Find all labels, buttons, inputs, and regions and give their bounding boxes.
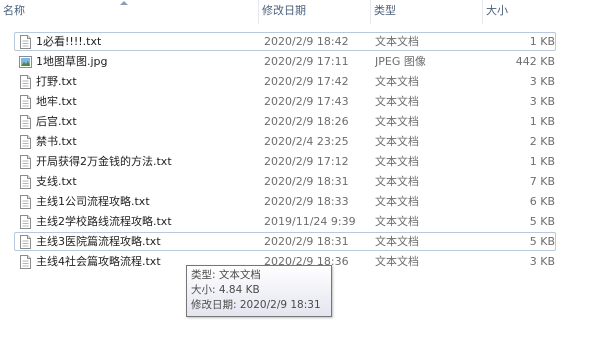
tooltip-date: 修改日期: 2020/2/9 18:31 (191, 299, 321, 311)
file-size: 1 KB (529, 155, 555, 168)
file-row[interactable]: 禁书.txt 2020/2/4 23:25 文本文档 2 KB (14, 132, 556, 151)
file-name: 地牢.txt (36, 95, 77, 108)
file-date: 2020/2/9 18:42 (264, 35, 349, 48)
file-row[interactable]: 主线3医院篇流程攻略.txt 2020/2/9 18:31 文本文档 5 KB (14, 232, 556, 251)
file-type: 文本文档 (375, 135, 419, 148)
file-size: 7 KB (529, 175, 555, 188)
text-file-icon (19, 35, 32, 49)
file-type: 文本文档 (375, 75, 419, 88)
file-type: 文本文档 (375, 215, 419, 228)
file-row[interactable]: 后宫.txt 2020/2/9 18:26 文本文档 1 KB (14, 112, 556, 131)
file-type: 文本文档 (375, 115, 419, 128)
file-type: 文本文档 (375, 255, 419, 268)
file-date: 2020/2/9 17:11 (264, 55, 349, 68)
file-row[interactable]: 支线.txt 2020/2/9 18:31 文本文档 7 KB (14, 172, 556, 191)
file-type: 文本文档 (375, 95, 419, 108)
column-header-bar: 名称 修改日期 类型 大小 (0, 0, 590, 24)
file-name: 1地图草图.jpg (36, 55, 108, 68)
file-size: 3 KB (529, 75, 555, 88)
file-row[interactable]: 主线2学校路线流程攻略.txt 2019/11/24 9:39 文本文档 5 KB (14, 212, 556, 231)
file-row[interactable]: 1地图草图.jpg 2020/2/9 17:11 JPEG 图像 442 KB (14, 52, 556, 71)
column-header-name[interactable]: 名称 (0, 0, 258, 24)
file-size: 442 KB (515, 55, 555, 68)
text-file-icon (19, 135, 32, 149)
column-header-date[interactable]: 修改日期 (258, 0, 370, 24)
text-file-icon (19, 115, 32, 129)
file-type: 文本文档 (375, 195, 419, 208)
file-date: 2019/11/24 9:39 (264, 215, 356, 228)
file-size: 5 KB (529, 235, 555, 248)
text-file-icon (19, 95, 32, 109)
file-row[interactable]: 打野.txt 2020/2/9 17:42 文本文档 3 KB (14, 72, 556, 91)
sort-ascending-icon (120, 1, 128, 5)
file-date: 2020/2/9 17:43 (264, 95, 349, 108)
file-date: 2020/2/4 23:25 (264, 135, 349, 148)
file-date: 2020/2/9 18:31 (264, 235, 349, 248)
file-name: 主线3医院篇流程攻略.txt (36, 235, 161, 248)
file-date: 2020/2/9 17:12 (264, 155, 349, 168)
text-file-icon (19, 75, 32, 89)
file-date: 2020/2/9 18:31 (264, 175, 349, 188)
file-date: 2020/2/9 17:42 (264, 75, 349, 88)
file-type: 文本文档 (375, 235, 419, 248)
file-name: 主线1公司流程攻略.txt (36, 195, 150, 208)
file-name: 支线.txt (36, 175, 77, 188)
text-file-icon (19, 175, 32, 189)
file-row[interactable]: 1必看!!!!.txt 2020/2/9 18:42 文本文档 1 KB (14, 32, 556, 51)
text-file-icon (19, 195, 32, 209)
file-row[interactable]: 开局获得2万金钱的方法.txt 2020/2/9 17:12 文本文档 1 KB (14, 152, 556, 171)
file-explorer: 名称 修改日期 类型 大小 1必看!!!!.txt 2020/2/9 18:42 文… (0, 0, 590, 345)
file-type: 文本文档 (375, 35, 419, 48)
file-type: JPEG 图像 (375, 55, 426, 68)
file-name: 禁书.txt (36, 135, 77, 148)
file-type: 文本文档 (375, 175, 419, 188)
file-name: 打野.txt (36, 75, 77, 88)
column-header-size-label: 大小 (486, 4, 508, 17)
text-file-icon (19, 235, 32, 249)
file-size: 2 KB (529, 135, 555, 148)
tooltip-type: 类型: 文本文档 (191, 269, 261, 281)
column-header-size[interactable]: 大小 (482, 0, 590, 24)
file-size: 3 KB (529, 95, 555, 108)
file-size: 3 KB (529, 255, 555, 268)
file-name: 后宫.txt (36, 115, 77, 128)
file-name: 1必看!!!!.txt (36, 35, 102, 48)
image-file-icon (19, 55, 32, 69)
column-header-name-label: 名称 (3, 4, 25, 17)
file-size: 5 KB (529, 215, 555, 228)
file-row[interactable]: 主线1公司流程攻略.txt 2020/2/9 18:33 文本文档 6 KB (14, 192, 556, 211)
tooltip-size: 大小: 4.84 KB (191, 284, 260, 296)
column-header-type-label: 类型 (374, 4, 396, 17)
text-file-icon (19, 215, 32, 229)
column-header-date-label: 修改日期 (262, 4, 306, 17)
file-name: 开局获得2万金钱的方法.txt (36, 155, 172, 168)
file-date: 2020/2/9 18:33 (264, 195, 349, 208)
file-row[interactable]: 地牢.txt 2020/2/9 17:43 文本文档 3 KB (14, 92, 556, 111)
file-size: 1 KB (529, 35, 555, 48)
file-date: 2020/2/9 18:26 (264, 115, 349, 128)
file-size: 1 KB (529, 115, 555, 128)
file-info-tooltip: 类型: 文本文档 大小: 4.84 KB 修改日期: 2020/2/9 18:3… (186, 265, 332, 317)
file-name: 主线2学校路线流程攻略.txt (36, 215, 172, 228)
file-type: 文本文档 (375, 155, 419, 168)
text-file-icon (19, 155, 32, 169)
text-file-icon (19, 255, 32, 269)
file-size: 6 KB (529, 195, 555, 208)
column-header-type[interactable]: 类型 (370, 0, 482, 24)
